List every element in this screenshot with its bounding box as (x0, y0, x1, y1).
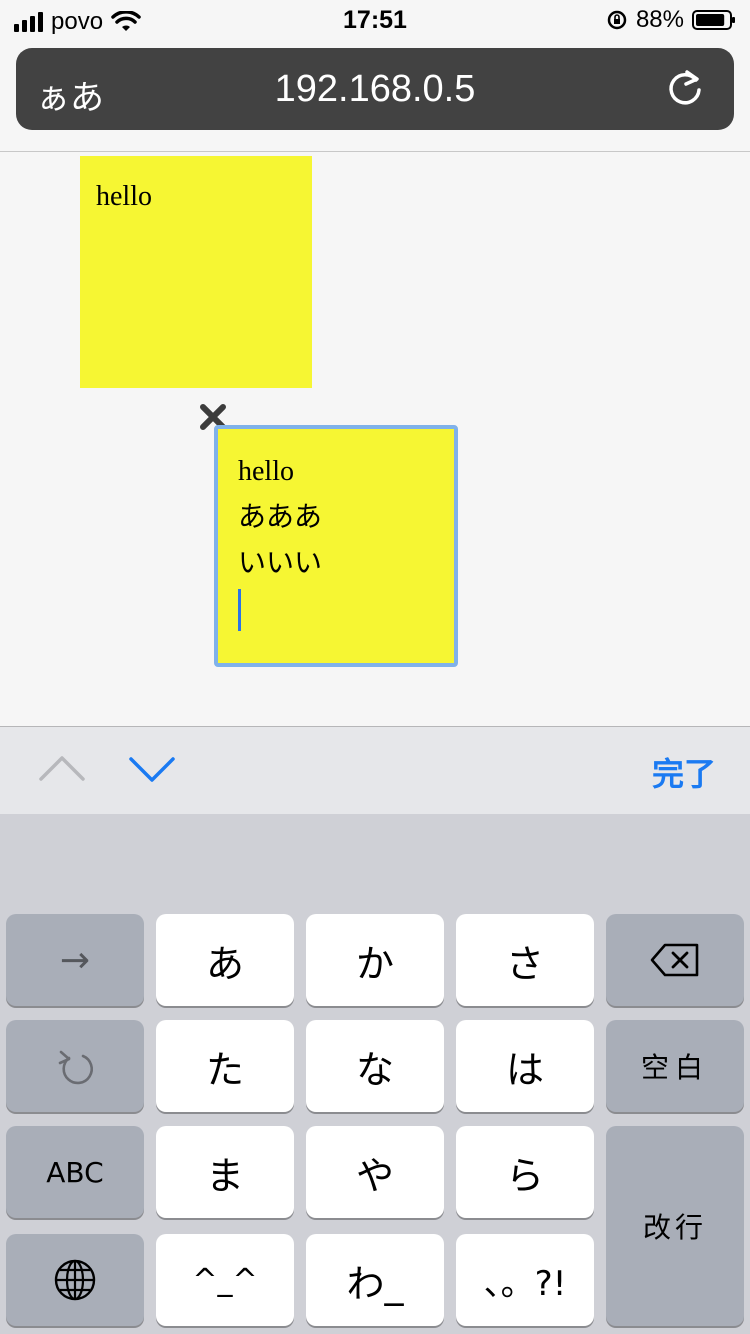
key-globe[interactable] (6, 1234, 144, 1326)
key-punctuation[interactable]: 、。?! (456, 1234, 594, 1326)
note-line: いいい (238, 548, 323, 579)
keyboard: → あ か さ た な は 空白 ABC ま や ら 改行 ^_^ わ_ 、。?… (0, 814, 750, 1334)
orientation-lock-icon (607, 10, 627, 30)
status-bar: povo 17:51 88% (0, 0, 750, 44)
note-line: あああ (238, 502, 323, 533)
reload-icon[interactable] (662, 66, 708, 112)
address-bar[interactable]: ぁあ 192.168.0.5 (16, 48, 734, 130)
key-ra[interactable]: ら (456, 1126, 594, 1218)
battery-percent: 88% (635, 6, 684, 33)
key-ta[interactable]: た (156, 1020, 294, 1112)
done-button[interactable]: 完了 (652, 749, 716, 795)
key-ha[interactable]: は (456, 1020, 594, 1112)
chevron-down-icon[interactable] (128, 755, 176, 785)
url-text[interactable]: 192.168.0.5 (16, 68, 734, 111)
key-return[interactable]: 改行 (606, 1126, 744, 1326)
key-emoticon[interactable]: ^_^ (156, 1234, 294, 1326)
key-next[interactable]: → (6, 914, 144, 1006)
input-accessory-bar: 完了 (0, 726, 750, 814)
sticky-note[interactable]: hello (80, 156, 312, 388)
key-sa[interactable]: さ (456, 914, 594, 1006)
note-line: hello (96, 181, 152, 212)
chevron-up-icon[interactable] (38, 753, 86, 783)
note-line: hello (238, 456, 294, 487)
key-ya[interactable]: や (306, 1126, 444, 1218)
key-ka[interactable]: か (306, 914, 444, 1006)
key-space[interactable]: 空白 (606, 1020, 744, 1112)
globe-icon (54, 1259, 96, 1301)
page-content: hello hello あああ いいい (0, 152, 750, 726)
key-abc[interactable]: ABC (6, 1126, 144, 1218)
backspace-icon (650, 943, 699, 977)
undo-icon (58, 1050, 93, 1085)
key-a[interactable]: あ (156, 914, 294, 1006)
key-undo[interactable] (6, 1020, 144, 1112)
sticky-note-editing[interactable]: hello あああ いいい (214, 425, 458, 667)
key-backspace[interactable] (606, 914, 744, 1006)
text-caret (238, 589, 241, 631)
key-na[interactable]: な (306, 1020, 444, 1112)
key-wa[interactable]: わ_ (306, 1234, 444, 1326)
key-ma[interactable]: ま (156, 1126, 294, 1218)
battery-icon (692, 10, 735, 30)
status-right: 88% (606, 6, 736, 34)
